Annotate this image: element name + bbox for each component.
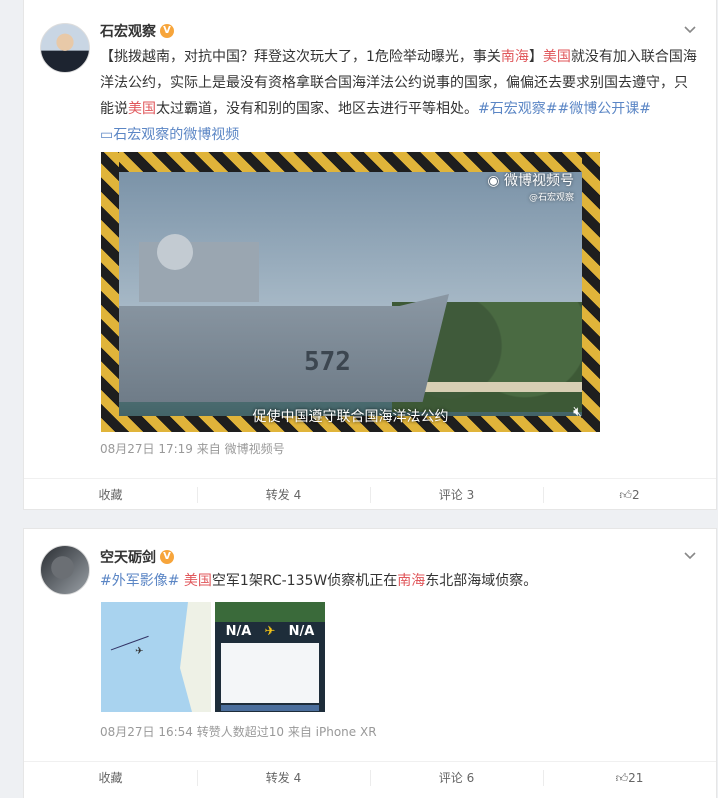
ship-radome [157,234,193,270]
author-name-text[interactable]: 空天砺剑 [100,547,156,567]
route-destination: N/A [288,624,315,639]
map-thumbnail[interactable]: ✈ [101,602,211,712]
hashtag-link[interactable]: #石宏观察# [478,101,557,117]
hazard-frame [101,152,119,432]
avatar[interactable] [40,545,90,595]
repost-label: 转发 4 [265,488,302,502]
repost-label: 转发 4 [265,771,302,785]
thumbs-up-icon: 👍︎ [615,771,629,785]
weibo-logo-icon: ◉ [487,173,504,189]
watermark-sub: @石宏观察 [528,193,574,203]
post-meta: 08月27日 16:54 转赞人数超过10 来自 iPhone XR [100,725,377,739]
favorite-label: 收藏 [98,488,123,502]
comment-button[interactable]: 评论 6 [370,762,543,793]
action-bar: 收藏 转发 4 评论 3 👍︎2 [24,478,716,510]
like-button[interactable]: 👍︎21 [543,762,716,793]
hashtag-link[interactable]: #外军影像# [100,573,179,589]
video-link[interactable]: ▭石宏观察的微博视频 [100,127,239,143]
post-card: 空天砺剑 V #外军影像# 美国空军1架RC-135W侦察机正在南海东北部海域侦… [23,528,717,798]
action-bar: 收藏 转发 4 评论 6 👍︎21 [24,761,716,793]
app-route: N/A ✈ N/A [215,622,325,641]
route-origin: N/A [225,624,252,639]
author-name-text[interactable]: 石宏观察 [100,21,156,41]
hazard-frame [101,152,600,172]
video-subtitle: 促使中国遵守联合国海洋法公约 [252,409,449,425]
comment-label: 评论 6 [438,771,475,785]
avatar[interactable] [40,23,90,73]
plane-icon: ✈ [135,646,144,657]
repost-button[interactable]: 转发 4 [197,479,370,510]
thumbs-up-icon: 👍︎ [619,488,632,502]
flight-track [110,635,156,669]
keyword-link[interactable]: 美国 [184,573,212,589]
post-card: 石宏观察 V 【挑拨越南，对抗中国？拜登这次玩大了，1危险举动曝光，事关南海】美… [23,0,717,510]
mute-icon[interactable]: 🔇︎ [573,404,582,420]
favorite-button[interactable]: 收藏 [24,762,197,793]
video-player[interactable]: 572 ◉ 微博视频号 @石宏观察 促使中国遵守联合国海洋法公约 🔇︎ [101,152,600,432]
video-link-text[interactable]: 石宏观察的微博视频 [113,127,239,143]
post-text: 【挑拨越南，对抗中国？拜登这次玩大了，1危险举动曝光，事关南海】美国就没有加入联… [100,44,700,148]
keyword-link[interactable]: 美国 [543,49,571,65]
keyword-link[interactable]: 南海 [397,573,425,589]
app-panel [221,643,319,703]
app-topbar [215,602,325,622]
comment-button[interactable]: 评论 3 [370,479,543,510]
repost-button[interactable]: 转发 4 [197,762,370,793]
chevron-down-icon[interactable] [680,23,700,43]
chevron-down-icon[interactable] [680,549,700,569]
hull-number: 572 [304,347,351,377]
like-count: 2 [631,488,640,502]
author-name[interactable]: 空天砺剑 V [100,547,174,567]
like-count: 21 [628,771,644,785]
video-watermark: ◉ 微博视频号 @石宏观察 [487,170,574,203]
favorite-button[interactable]: 收藏 [24,479,197,510]
hazard-frame [582,152,600,432]
keyword-link[interactable]: 美国 [128,101,156,117]
text-segment: 东北部海域侦察。 [425,573,538,589]
verified-badge-icon: V [160,24,174,38]
comment-label: 评论 3 [438,488,475,502]
flight-app-thumbnail[interactable]: N/A ✈ N/A [215,602,325,712]
map-land [180,602,211,712]
watermark-text: 微博视频号 [504,173,574,189]
author-name[interactable]: 石宏观察 V [100,21,174,41]
verified-badge-icon: V [160,550,174,564]
video-frame: 572 [119,172,582,416]
post-meta: 08月27日 17:19 来自 微博视频号 [100,442,285,456]
favorite-label: 收藏 [98,771,123,785]
plane-icon: ✈ [264,624,276,639]
like-button[interactable]: 👍︎2 [543,479,716,510]
app-bar [221,705,319,711]
text-segment: 】 [528,49,543,65]
keyword-link[interactable]: 南海 [501,49,529,65]
video-icon: ▭ [100,127,114,143]
text-segment: 太过霸道，没有和别的国家、地区去进行平等相处。 [156,101,478,117]
hashtag-link[interactable]: #微博公开课# [557,101,650,117]
text-segment: 【挑拨越南，对抗中国？拜登这次玩大了，1危险举动曝光，事关 [100,49,501,65]
post-text: #外军影像# 美国空军1架RC-135W侦察机正在南海东北部海域侦察。 [100,568,700,594]
text-segment: 空军1架RC-135W侦察机正在 [211,573,398,589]
